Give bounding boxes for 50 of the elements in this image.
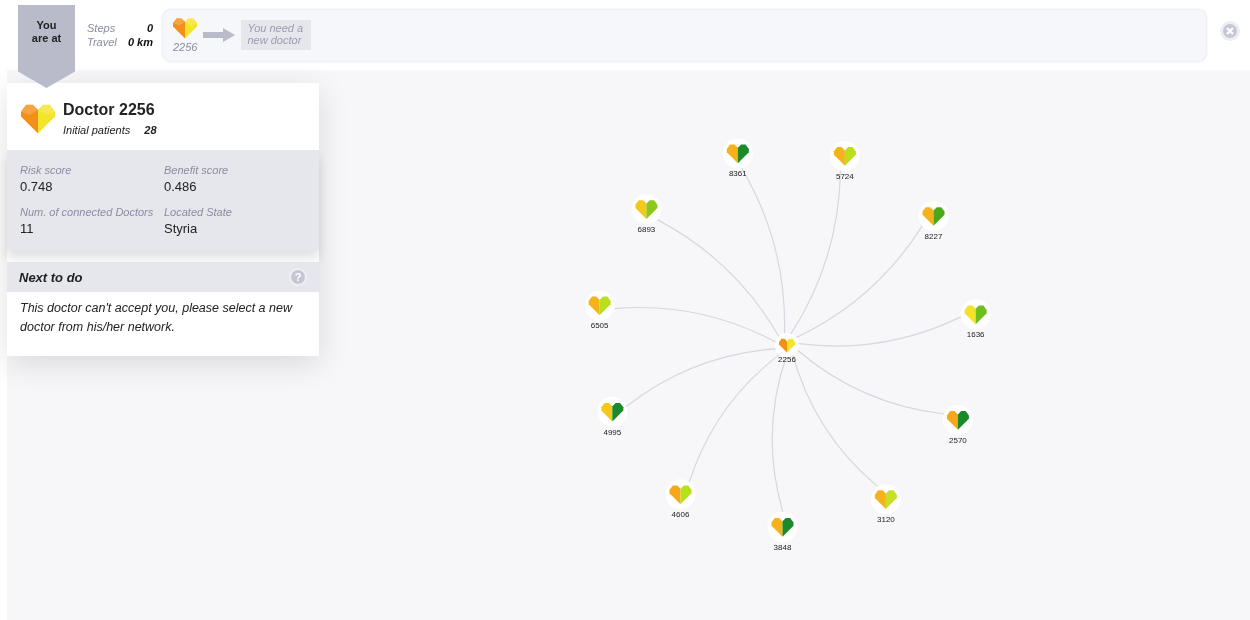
- doctor-node[interactable]: [918, 201, 949, 232]
- close-button[interactable]: [1220, 21, 1240, 41]
- next-title: Next to do: [19, 269, 83, 285]
- field-label: Benefit score: [164, 164, 230, 176]
- doctor-id: 2256: [173, 40, 198, 53]
- node-label: 8227: [924, 232, 943, 242]
- doctor-node[interactable]: [665, 479, 696, 510]
- doctor-node[interactable]: [767, 511, 798, 542]
- stat-value: 0: [145, 22, 153, 34]
- field-value: Styria: [164, 221, 199, 236]
- heart-icon: [21, 103, 55, 134]
- doctor-node[interactable]: [960, 299, 991, 330]
- arrow-icon: [203, 28, 236, 42]
- instruction-text: This doctor can't accept you, please select a new doctor from his/her network.: [19, 300, 294, 337]
- location-label: You are at: [31, 19, 62, 47]
- doctor-node[interactable]: [775, 333, 799, 357]
- node-label: 4995: [603, 427, 622, 437]
- doctor-node[interactable]: [942, 405, 973, 435]
- heart-icon: [173, 17, 198, 39]
- stat-label: Travel: [87, 36, 118, 48]
- stat-label: Steps: [87, 22, 117, 34]
- patients-value: 28: [144, 124, 157, 136]
- node-label: 3120: [877, 515, 895, 525]
- close-icon: [1226, 27, 1234, 35]
- doctor-node[interactable]: [829, 141, 860, 171]
- node-label: 8361: [728, 169, 747, 179]
- field-value: 11: [20, 221, 35, 236]
- help-button[interactable]: ?: [289, 268, 307, 286]
- doctor-title: Doctor 2256: [63, 101, 156, 119]
- field-label: Num. of connected Doctors: [20, 206, 155, 218]
- status-message: You need a new doctor: [241, 20, 312, 50]
- doctor-node[interactable]: [584, 290, 615, 321]
- doctor-node[interactable]: [722, 138, 753, 169]
- field-label: Risk score: [20, 164, 73, 176]
- field-value: 0.748: [20, 179, 54, 194]
- doctor-node[interactable]: [631, 194, 662, 225]
- stat-value: 0 km: [127, 36, 153, 48]
- node-label: 2570: [949, 436, 967, 445]
- field-value: 0.486: [164, 179, 198, 194]
- node-label: 6893: [637, 225, 656, 235]
- doctor-node[interactable]: [870, 484, 901, 515]
- node-label: 4606: [671, 510, 690, 520]
- node-label: 6505: [590, 321, 609, 331]
- doctor-node[interactable]: [597, 396, 628, 427]
- field-label: Located State: [164, 206, 233, 218]
- node-label: 1636: [966, 330, 985, 340]
- node-label: 2256: [778, 355, 796, 364]
- node-label: 3848: [773, 542, 792, 552]
- patients-label: Initial patients: [63, 124, 131, 136]
- node-label: 5724: [835, 172, 854, 181]
